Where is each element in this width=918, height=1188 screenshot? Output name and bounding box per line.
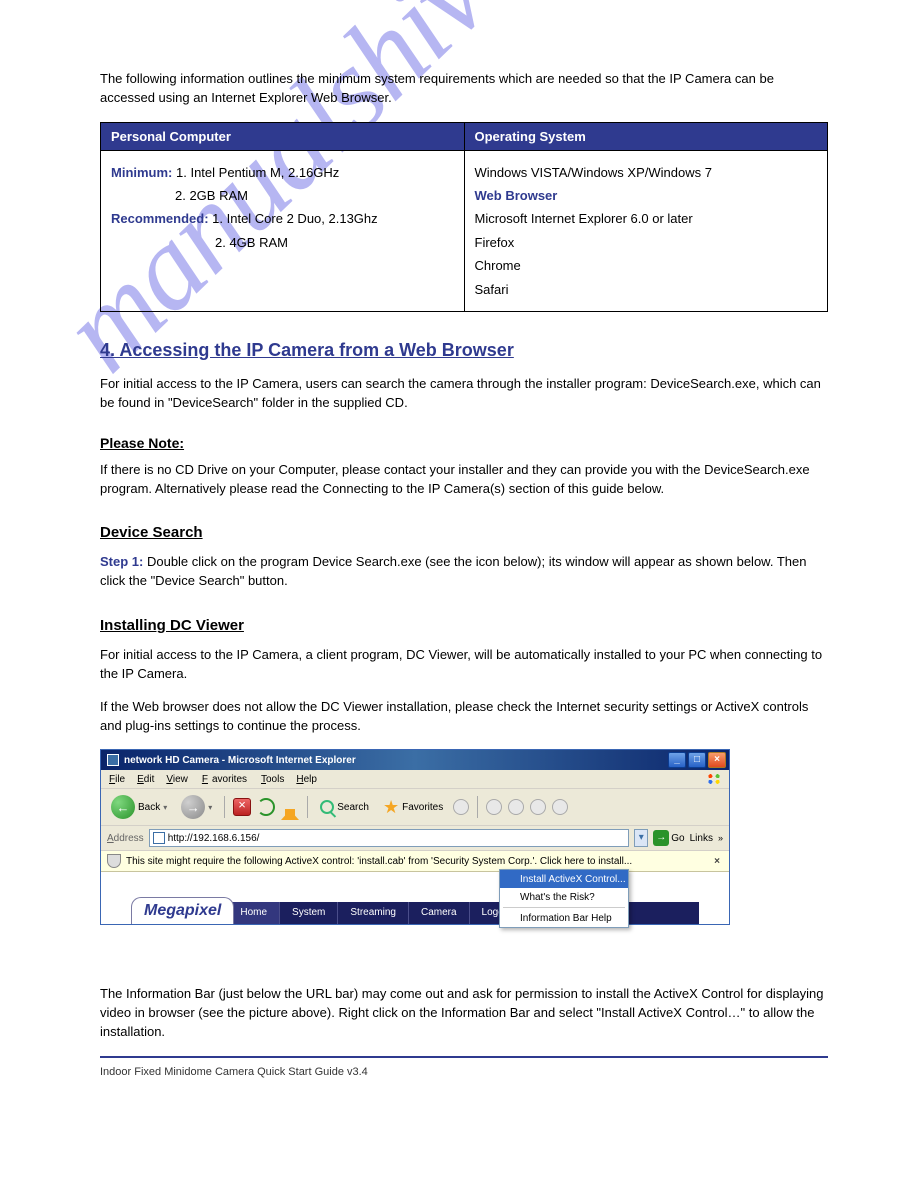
print-button[interactable]: [508, 799, 524, 815]
os-line-browser-heading: Web Browser: [475, 184, 818, 207]
pc-min-1: 1. Intel Pentium M, 2.16GHz: [176, 165, 339, 180]
dcviewer-para: For initial access to the IP Camera, a c…: [100, 646, 828, 684]
final-paragraph: The Information Bar (just below the URL …: [100, 985, 828, 1042]
toolbar-separator: [477, 796, 478, 818]
table-header-os: Operating System: [464, 122, 828, 150]
menu-file[interactable]: File: [107, 773, 127, 786]
table-cell-pc: Minimum: 1. Intel Pentium M, 2.16GHz 2. …: [101, 150, 465, 311]
menu-whats-risk[interactable]: What's the Risk?: [500, 888, 628, 906]
window-minimize-button[interactable]: _: [668, 752, 686, 768]
label-recommended: Recommended:: [111, 211, 209, 226]
star-icon: ★: [383, 799, 399, 815]
infobar-context-menu: Install ActiveX Control... What's the Ri…: [499, 869, 629, 928]
messenger-button[interactable]: [552, 799, 568, 815]
installing-dcviewer-heading: Installing DC Viewer: [100, 617, 828, 634]
forward-dropdown-icon[interactable]: ▾: [208, 803, 212, 812]
please-note-heading: Please Note:: [100, 435, 828, 451]
os-line-ie: Microsoft Internet Explorer 6.0 or later: [475, 207, 818, 230]
favorites-button[interactable]: ★ Favorites: [379, 797, 447, 817]
back-button[interactable]: ← Back ▾: [107, 793, 171, 821]
ie-menubar[interactable]: File Edit View Favorites Tools Help: [101, 770, 729, 789]
ie-titlebar[interactable]: network HD Camera - Microsoft Internet E…: [101, 750, 729, 770]
links-label[interactable]: Links: [690, 833, 713, 844]
address-input[interactable]: http://192.168.6.156/: [149, 829, 630, 847]
pc-rec-2: 2. 4GB RAM: [111, 231, 454, 254]
infobar-close-button[interactable]: ×: [711, 856, 723, 867]
forward-button[interactable]: → ▾: [177, 793, 216, 821]
menu-divider: [503, 907, 625, 908]
forward-arrow-icon: →: [181, 795, 205, 819]
ie-app-icon: [107, 754, 119, 766]
intro-paragraph: The following information outlines the m…: [100, 70, 828, 108]
nav-home[interactable]: Home: [228, 902, 280, 924]
toolbar-separator: [224, 796, 225, 818]
home-button[interactable]: [281, 799, 299, 820]
search-button[interactable]: Search: [316, 798, 373, 816]
menu-info-bar-help[interactable]: Information Bar Help: [500, 909, 628, 927]
ie-window-title: network HD Camera - Microsoft Internet E…: [124, 755, 666, 766]
favorites-label: Favorites: [402, 802, 443, 813]
nav-streaming[interactable]: Streaming: [338, 902, 409, 924]
window-close-button[interactable]: ×: [708, 752, 726, 768]
page-icon: [153, 832, 165, 844]
menu-help[interactable]: Help: [294, 773, 319, 786]
menu-favorites[interactable]: Favorites: [198, 773, 251, 786]
stop-button[interactable]: [233, 798, 251, 816]
chevron-right-icon[interactable]: »: [718, 833, 723, 843]
window-maximize-button[interactable]: □: [688, 752, 706, 768]
table-header-pc: Personal Computer: [101, 122, 465, 150]
step1-label: Step 1:: [100, 554, 143, 569]
go-label: Go: [671, 833, 684, 844]
footer-divider: [100, 1056, 828, 1058]
menu-view[interactable]: View: [164, 773, 190, 786]
search-label: Search: [337, 802, 369, 813]
pc-min-2: 2. 2GB RAM: [111, 184, 454, 207]
ie-throbber-icon: [705, 772, 723, 786]
step1-text: Double click on the program Device Searc…: [100, 554, 806, 588]
device-search-step1: Step 1: Double click on the program Devi…: [100, 553, 828, 591]
menu-tools[interactable]: Tools: [259, 773, 286, 786]
section-4-paragraph: For initial access to the IP Camera, use…: [100, 375, 828, 413]
address-value: http://192.168.6.156/: [168, 833, 260, 844]
device-search-heading: Device Search: [100, 524, 828, 541]
dcviewer-note: If the Web browser does not allow the DC…: [100, 698, 828, 736]
address-dropdown-button[interactable]: ▾: [634, 829, 648, 847]
ie-information-bar[interactable]: This site might require the following Ac…: [101, 851, 729, 872]
menu-favorites-label: avorites: [210, 773, 249, 786]
section-4-title: 4. Accessing the IP Camera from a Web Br…: [100, 340, 828, 361]
os-line-firefox: Firefox: [475, 231, 818, 254]
go-button[interactable]: → Go: [653, 830, 684, 846]
table-cell-os: Windows VISTA/Windows XP/Windows 7 Web B…: [464, 150, 828, 311]
edit-button[interactable]: [530, 799, 546, 815]
back-dropdown-icon[interactable]: ▾: [163, 803, 167, 812]
history-button[interactable]: [453, 799, 469, 815]
go-arrow-icon: →: [653, 830, 669, 846]
back-label: Back: [138, 802, 160, 813]
pc-rec-1: 1. Intel Core 2 Duo, 2.13Ghz: [212, 211, 377, 226]
back-arrow-icon: ←: [111, 795, 135, 819]
shield-icon: [107, 854, 121, 868]
footer-text: Indoor Fixed Minidome Camera Quick Start…: [100, 1066, 828, 1078]
refresh-button[interactable]: [257, 798, 275, 816]
menu-edit[interactable]: Edit: [135, 773, 156, 786]
menu-install-activex[interactable]: Install ActiveX Control...: [500, 870, 628, 888]
please-note-body: If there is no CD Drive on your Computer…: [100, 461, 828, 499]
infobar-text: This site might require the following Ac…: [126, 856, 632, 867]
nav-system[interactable]: System: [280, 902, 338, 924]
toolbar-separator: [307, 796, 308, 818]
os-line-chrome: Chrome: [475, 254, 818, 277]
ie-window-screenshot: network HD Camera - Microsoft Internet E…: [100, 749, 730, 925]
nav-camera[interactable]: Camera: [409, 902, 470, 924]
ie-page-content: Megapixel Home System Streaming Camera L…: [101, 872, 729, 924]
mail-button[interactable]: [486, 799, 502, 815]
address-label: Address: [107, 833, 144, 844]
megapixel-logo: Megapixel: [131, 897, 234, 924]
os-line-1: Windows VISTA/Windows XP/Windows 7: [475, 161, 818, 184]
ie-address-bar: Address http://192.168.6.156/ ▾ → Go Lin…: [101, 826, 729, 851]
search-icon: [320, 800, 334, 814]
os-line-safari: Safari: [475, 278, 818, 301]
system-requirements-table: Personal Computer Operating System Minim…: [100, 122, 828, 312]
label-minimum: Minimum:: [111, 165, 172, 180]
ie-toolbar: ← Back ▾ → ▾ Search ★: [101, 789, 729, 826]
